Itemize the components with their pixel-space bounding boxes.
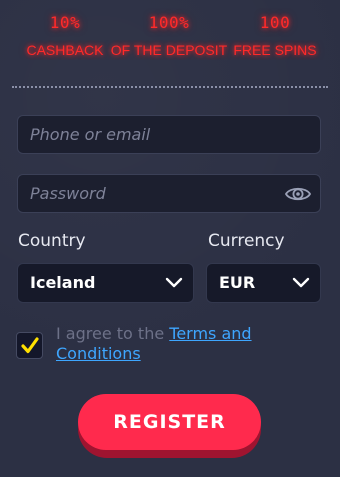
promo-caption: OF THE DEPOSIT — [110, 42, 228, 58]
currency-label: Currency — [208, 231, 285, 251]
promo-value: 100 — [259, 13, 291, 32]
currency-select[interactable]: EUR — [206, 263, 321, 303]
check-icon — [21, 337, 39, 354]
promo-caption: CASHBACK — [26, 42, 104, 58]
dotted-divider — [12, 86, 328, 88]
promo-cashback: 10% CASHBACK — [12, 12, 118, 60]
promo-free-spins: 100 FREE SPINS — [222, 12, 328, 60]
promo-caption: FREE SPINS — [233, 42, 317, 58]
currency-value: EUR — [219, 273, 256, 292]
terms-checkbox[interactable] — [16, 332, 43, 359]
terms-text: I agree to the Terms and Conditions — [56, 324, 326, 364]
register-button[interactable]: REGISTER — [78, 394, 261, 450]
promo-deposit-bonus: 100% OF THE DEPOSIT — [104, 12, 234, 60]
phone-email-field[interactable] — [17, 115, 321, 154]
promo-value: 10% — [49, 13, 81, 32]
password-field[interactable] — [17, 174, 321, 213]
eye-icon[interactable] — [284, 182, 312, 206]
password-input[interactable] — [18, 175, 320, 212]
country-select[interactable]: Iceland — [17, 263, 194, 303]
promo-value: 100% — [148, 13, 190, 32]
chevron-down-icon — [165, 277, 183, 288]
country-value: Iceland — [30, 273, 96, 292]
phone-email-input[interactable] — [18, 116, 320, 153]
promo-banner: 10% CASHBACK 100% OF THE DEPOSIT 100 FRE… — [0, 0, 340, 86]
country-label: Country — [18, 231, 86, 251]
chevron-down-icon — [292, 277, 310, 288]
registration-panel: 10% CASHBACK 100% OF THE DEPOSIT 100 FRE… — [0, 0, 340, 477]
terms-prefix: I agree to the — [56, 324, 170, 343]
